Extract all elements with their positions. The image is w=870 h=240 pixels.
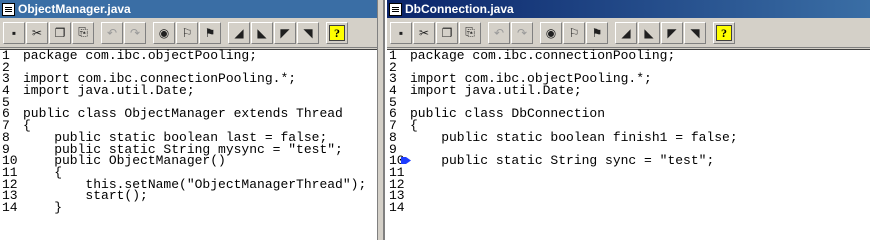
save-button[interactable]: ▪ [3, 21, 25, 44]
clear-bookmarks-icon: ◥ [303, 25, 313, 40]
copy-button[interactable]: ❐ [436, 21, 458, 44]
find-button[interactable]: ◉ [153, 21, 175, 44]
toolbar: ▪ ✂ ❐ ⎘ ↶ ↷ ◉ ⚐ ⚑ ◢ ◣ ◤ ◥? [0, 18, 377, 48]
bookmark-icon: ◢ [621, 25, 631, 40]
code-line[interactable]: 11 [387, 166, 870, 179]
paste-icon: ⎘ [78, 25, 88, 39]
previous-bookmark-icon: ◤ [280, 25, 290, 40]
redo-icon: ↷ [516, 25, 528, 40]
help-button[interactable]: ? [713, 21, 735, 44]
line-number: 14 [2, 199, 18, 215]
previous-bookmark-button[interactable]: ◤ [274, 21, 296, 44]
document-icon [2, 2, 15, 16]
bookmark-icon: ◢ [234, 25, 244, 40]
find-previous-icon: ⚑ [591, 25, 603, 40]
redo-button[interactable]: ↷ [511, 21, 533, 44]
code-line[interactable]: 14 [387, 199, 870, 215]
code-line[interactable]: 13 [387, 189, 870, 202]
paste-icon: ⎘ [465, 25, 475, 39]
find-next-button[interactable]: ⚐ [176, 21, 198, 44]
code-line[interactable]: 1 package com.ibc.connectionPooling; [387, 48, 870, 63]
line-number: 14 [389, 199, 405, 215]
find-next-button[interactable]: ⚐ [563, 21, 585, 44]
help-icon: ? [329, 24, 345, 41]
code-line[interactable]: 4 import java.util.Date; [0, 83, 377, 99]
code-text: package com.ibc.connectionPooling; [410, 48, 676, 63]
save-button[interactable]: ▪ [390, 21, 412, 44]
toggle-bookmark-button[interactable]: ◢ [228, 21, 250, 44]
help-icon: ? [716, 24, 732, 41]
previous-bookmark-icon: ◤ [667, 25, 677, 40]
cut-button[interactable]: ✂ [413, 21, 435, 44]
redo-button[interactable]: ↷ [124, 21, 146, 44]
undo-button[interactable]: ↶ [101, 21, 123, 44]
code-text: import java.util.Date; [410, 83, 582, 99]
save-icon: ▪ [398, 25, 404, 40]
find-button[interactable]: ◉ [540, 21, 562, 44]
code-editor[interactable]: 1 package com.ibc.objectPooling; 2 3 import … [0, 49, 377, 240]
clear-bookmarks-button[interactable]: ◥ [297, 21, 319, 44]
code-text: public static String sync = "test"; [410, 153, 715, 169]
next-bookmark-icon: ◣ [644, 25, 654, 40]
find-next-icon: ⚐ [181, 25, 193, 40]
editor-window-dbconnection[interactable]: DbConnection.java ▪ ✂ ❐ ⎘ ↶ ↷ ◉ ⚐ ⚑ ◢ ◣ ◤ ◥? 1 packag… [385, 0, 870, 240]
code-line[interactable]: 6 public class ObjectManager extends Thre… [0, 106, 377, 122]
window-title: DbConnection.java [405, 2, 514, 16]
code-text: public class DbConnection [410, 106, 606, 122]
next-bookmark-button[interactable]: ◣ [638, 21, 660, 44]
code-text: import java.util.Date; [23, 83, 195, 99]
find-previous-icon: ⚑ [204, 25, 216, 40]
code-line[interactable]: 12 [387, 178, 870, 191]
paste-button[interactable]: ⎘ [72, 21, 94, 44]
toolbar: ▪ ✂ ❐ ⎘ ↶ ↷ ◉ ⚐ ⚑ ◢ ◣ ◤ ◥? [387, 18, 870, 48]
code-text: public class ObjectManager extends Threa… [23, 106, 343, 122]
title-bar[interactable]: ObjectManager.java [0, 0, 377, 18]
save-icon: ▪ [11, 25, 17, 40]
code-line[interactable]: 10 public static String sync = "test"; [387, 153, 870, 169]
find-previous-button[interactable]: ⚑ [586, 21, 608, 44]
copy-button[interactable]: ❐ [49, 21, 71, 44]
code-text: package com.ibc.objectPooling; [23, 48, 258, 63]
code-line[interactable]: 8 public static boolean finish1 = false; [387, 129, 870, 145]
document-icon [389, 2, 402, 16]
cut-icon: ✂ [31, 25, 43, 40]
undo-button[interactable]: ↶ [488, 21, 510, 44]
next-bookmark-icon: ◣ [257, 25, 267, 40]
binoculars-icon: ◉ [158, 25, 170, 40]
code-text: public static boolean finish1 = false; [410, 129, 738, 145]
code-line[interactable]: 14 } [0, 199, 377, 215]
copy-icon: ❐ [54, 25, 66, 40]
find-next-icon: ⚐ [568, 25, 580, 40]
clear-bookmarks-button[interactable]: ◥ [684, 21, 706, 44]
help-button[interactable]: ? [326, 21, 348, 44]
copy-icon: ❐ [441, 25, 453, 40]
previous-bookmark-button[interactable]: ◤ [661, 21, 683, 44]
title-bar[interactable]: DbConnection.java [387, 0, 870, 18]
paste-button[interactable]: ⎘ [459, 21, 481, 44]
redo-icon: ↷ [129, 25, 141, 40]
binoculars-icon: ◉ [545, 25, 557, 40]
clear-bookmarks-icon: ◥ [690, 25, 700, 40]
code-line[interactable]: 4 import java.util.Date; [387, 83, 870, 99]
editor-window-objectmanager[interactable]: ObjectManager.java ▪ ✂ ❐ ⎘ ↶ ↷ ◉ ⚐ ⚑ ◢ ◣ ◤ ◥? 1 packa… [0, 0, 378, 240]
code-line[interactable]: 6 public class DbConnection [387, 106, 870, 122]
undo-icon: ↶ [106, 25, 118, 40]
next-bookmark-button[interactable]: ◣ [251, 21, 273, 44]
code-text: } [23, 199, 63, 215]
cut-button[interactable]: ✂ [26, 21, 48, 44]
cut-icon: ✂ [418, 25, 430, 40]
toggle-bookmark-button[interactable]: ◢ [615, 21, 637, 44]
find-previous-button[interactable]: ⚑ [199, 21, 221, 44]
window-title: ObjectManager.java [18, 2, 131, 16]
undo-icon: ↶ [493, 25, 505, 40]
code-line[interactable]: 1 package com.ibc.objectPooling; [0, 48, 377, 63]
code-editor[interactable]: 1 package com.ibc.connectionPooling; 2 3 imp… [387, 49, 870, 240]
